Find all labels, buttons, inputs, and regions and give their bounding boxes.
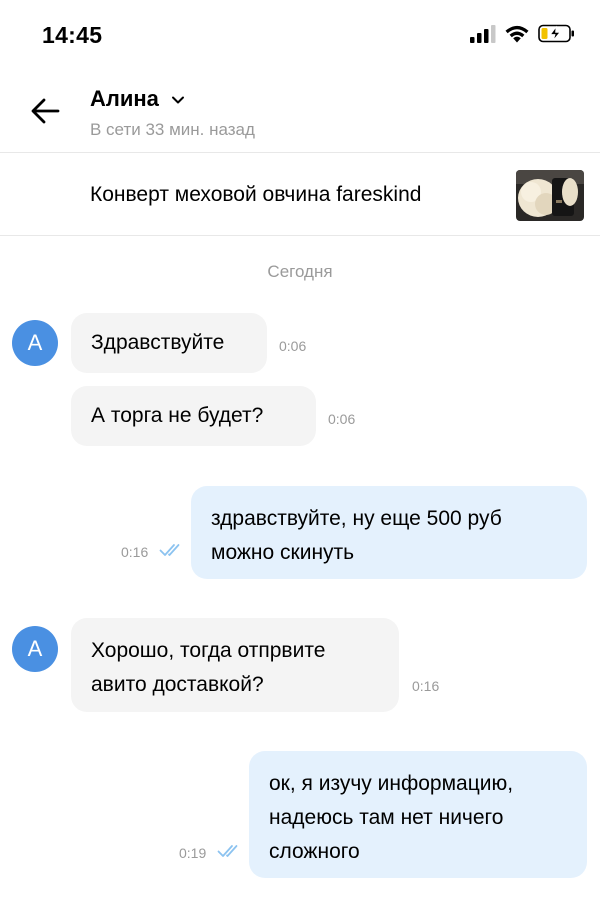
date-separator: Сегодня [267,262,333,281]
incoming-message[interactable]: Здравствуйте [71,313,267,373]
double-check-icon [217,845,238,857]
message-text-line: можно скинуть [211,541,355,564]
message-text-line: ок, я изучу информацию, [269,772,514,795]
product-photo [516,170,584,221]
message-time: 0:06 [279,338,307,354]
message-text-line: сложного [269,840,360,863]
status-bar: 14:45 [0,0,600,70]
incoming-message[interactable]: А торга не будет? [71,386,316,446]
contact-name[interactable]: Алина [90,86,159,112]
incoming-message[interactable]: Хорошо, тогда отпрвите авито доставкой? [71,618,399,712]
double-check-icon [159,544,180,556]
arrow-left-icon [31,98,60,124]
listing-preview[interactable]: Конверт меховой овчина fareskind [0,153,600,235]
listing-title[interactable]: Конверт меховой овчина fareskind [90,183,421,207]
message-time: 0:16 [412,678,440,694]
contact-status: В сети 33 мин. назад [90,120,255,139]
message-text: Здравствуйте [91,331,225,354]
status-icons [470,24,576,43]
avatar[interactable]: А [12,626,58,672]
outgoing-message[interactable]: ок, я изучу информацию, надеюсь там нет … [249,751,587,878]
listing-thumbnail[interactable] [516,170,584,221]
message-text-line: авито доставкой? [91,673,264,696]
avatar[interactable]: А [12,320,58,366]
message-text-line: надеюсь там нет ничего [269,806,504,829]
message-time: 0:06 [328,411,356,427]
outgoing-message[interactable]: здравствуйте, ну еще 500 руб можно скину… [191,486,587,579]
back-button[interactable] [28,94,62,128]
message-text-line: здравствуйте, ну еще 500 руб [211,507,502,530]
message-text-line: Хорошо, тогда отпрвите [91,639,326,662]
message-text: А торга не будет? [91,404,264,427]
divider [0,235,600,236]
status-time: 14:45 [42,22,103,48]
message-time: 0:19 [179,845,207,861]
chevron-down-icon[interactable] [170,92,186,108]
chat-header: Алина В сети 33 мин. назад [0,80,600,152]
wifi-icon [505,25,529,43]
battery-charging-icon [538,24,574,43]
message-time: 0:16 [121,544,149,560]
cellular-signal-icon [470,24,496,43]
